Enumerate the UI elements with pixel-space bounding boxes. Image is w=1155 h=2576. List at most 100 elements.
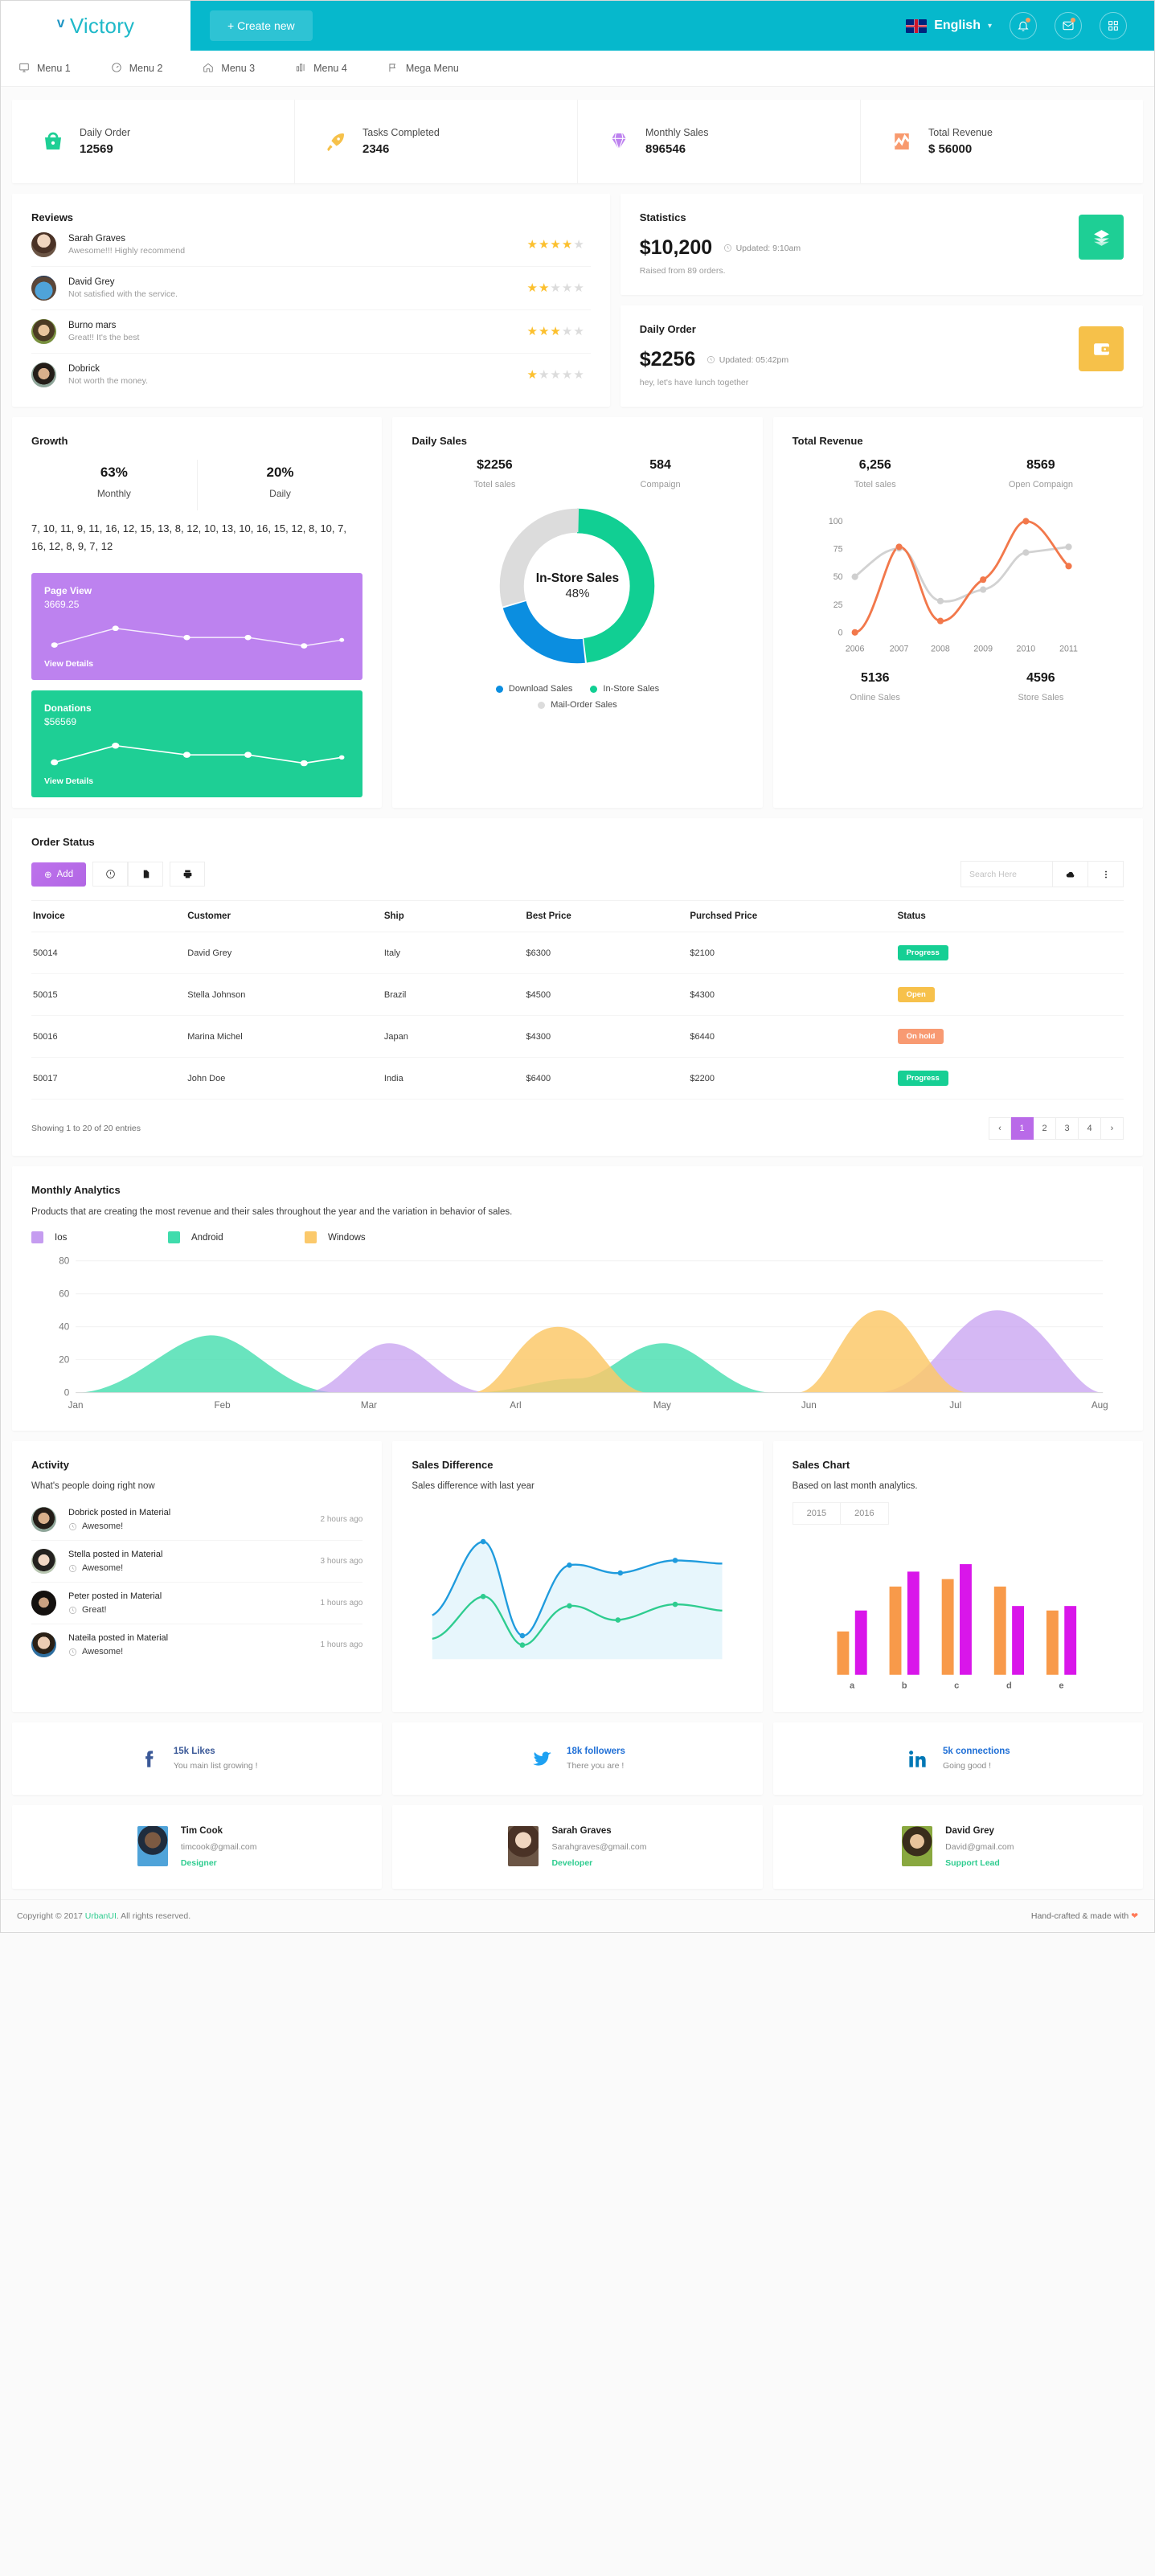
wallet-icon-box[interactable] xyxy=(1079,326,1124,371)
avatar xyxy=(31,1507,56,1533)
menu-item-3[interactable]: Menu 3 xyxy=(203,62,274,76)
flag-icon xyxy=(387,62,399,76)
table-row[interactable]: 50016 Marina Michel Japan $4300 $6440 On… xyxy=(31,1015,1124,1059)
page-view-card[interactable]: Page View 3669.25 View Details xyxy=(31,573,363,681)
column-purchased-price: Purchsed Price xyxy=(686,900,895,933)
person-card-david-grey[interactable]: David Grey David@gmail.com Support Lead xyxy=(772,1805,1143,1890)
page-prev[interactable]: ‹ xyxy=(989,1117,1011,1141)
tab-2015[interactable]: 2015 xyxy=(792,1502,842,1526)
cell-best-price: $6400 xyxy=(522,1057,687,1100)
table-row[interactable]: 50014 David Grey Italy $6300 $2100 Progr… xyxy=(31,932,1124,975)
person-card-sarah-graves[interactable]: Sarah Graves Sarahgraves@gmail.com Devel… xyxy=(392,1805,763,1890)
sales-chart-subtitle: Based on last month analytics. xyxy=(792,1481,918,1492)
showing-entries: Showing 1 to 20 of 20 entries xyxy=(31,1124,141,1134)
stat-card-total-revenue[interactable]: Total Revenue $ 56000 xyxy=(861,100,1143,183)
monitor-icon xyxy=(18,62,30,76)
activity-item[interactable]: Dobrick posted in Material Awesome! 2 ho… xyxy=(31,1499,363,1542)
avatar xyxy=(902,1826,933,1867)
activity-subtitle: What's people doing right now xyxy=(31,1481,155,1492)
envelope-icon[interactable] xyxy=(1055,12,1082,39)
stat-card-tasks-completed[interactable]: Tasks Completed 2346 xyxy=(295,100,578,183)
stat-card-daily-order[interactable]: Daily Order 12569 xyxy=(12,100,295,183)
activity-time: 1 hours ago xyxy=(320,1599,363,1608)
review-row[interactable]: Sarah Graves Awesome!!! Highly recommend… xyxy=(31,223,591,267)
menu-item-1[interactable]: Menu 1 xyxy=(18,62,90,76)
grid-icon[interactable] xyxy=(1100,12,1127,39)
activity-item[interactable]: Nateila posted in Material Awesome! 1 ho… xyxy=(31,1624,362,1665)
cell-best-price: $4300 xyxy=(522,1015,687,1059)
daily-order-updated: Updated: 05:42pm xyxy=(707,355,788,365)
activity-item[interactable]: Stella posted in Material Awesome! 3 hou… xyxy=(31,1541,363,1583)
legend-android[interactable]: Android xyxy=(168,1231,305,1244)
page-3[interactable]: 3 xyxy=(1056,1117,1079,1141)
svg-text:2006: 2006 xyxy=(845,645,864,654)
activity-time: 2 hours ago xyxy=(320,1515,363,1525)
twitter-card[interactable]: 18k followers There you are ! xyxy=(392,1722,763,1796)
star-rating: ★ ★ ★ ★ ★ xyxy=(526,368,584,382)
avatar xyxy=(31,1549,56,1575)
document-icon[interactable] xyxy=(128,862,164,887)
search-input[interactable] xyxy=(960,861,1053,888)
sales-chart-title: Sales Chart xyxy=(792,1459,850,1472)
menu-item-4[interactable]: Menu 4 xyxy=(295,62,367,76)
info-icon[interactable] xyxy=(92,862,129,887)
donations-link[interactable]: View Details xyxy=(44,776,350,786)
analytics-title: Monthly Analytics xyxy=(31,1184,121,1197)
legend-download-sales[interactable]: Download Sales xyxy=(495,684,572,694)
svg-text:e: e xyxy=(1059,1681,1063,1691)
revenue-open: 8569 Open Compaign xyxy=(958,458,1124,489)
more-vertical-icon[interactable] xyxy=(1088,861,1124,888)
page-view-link[interactable]: View Details xyxy=(44,659,350,669)
language-selector[interactable]: English ▾ xyxy=(906,18,992,33)
revenue-line-chart: 100 75 50 25 0 2006 2007 2008 2009 2010 … xyxy=(828,517,1077,654)
bell-icon[interactable] xyxy=(1010,12,1037,39)
table-row[interactable]: 50015 Stella Johnson Brazil $4500 $4300 … xyxy=(31,973,1124,1017)
printer-icon[interactable] xyxy=(170,862,206,887)
tab-2016[interactable]: 2016 xyxy=(841,1502,889,1526)
cloud-icon[interactable] xyxy=(1053,861,1088,888)
facebook-count: 15k Likes xyxy=(173,1747,215,1757)
svg-text:c: c xyxy=(954,1681,959,1691)
daily-sales-donut: In-Store Sales 48% xyxy=(492,501,662,671)
activity-item[interactable]: Peter posted in Material Great! 1 hours … xyxy=(31,1583,363,1625)
create-new-button[interactable]: + Create new xyxy=(210,10,313,41)
page-next[interactable]: › xyxy=(1101,1117,1124,1141)
menu-item-2[interactable]: Menu 2 xyxy=(111,62,182,76)
toolbar-group-2 xyxy=(170,862,206,887)
facebook-card[interactable]: 15k Likes You main list growing ! xyxy=(12,1722,383,1796)
handcrafted-label: Hand-crafted & made with xyxy=(1030,1911,1132,1922)
svg-text:2008: 2008 xyxy=(931,645,950,654)
legend-ios[interactable]: Ios xyxy=(31,1231,168,1244)
review-row[interactable]: Burno mars Great!! It's the best ★ ★ ★ ★ ★ xyxy=(31,310,591,354)
legend-swatch xyxy=(31,1231,43,1244)
status-badge: Open xyxy=(897,987,935,1003)
menu-item-mega[interactable]: Mega Menu xyxy=(387,62,478,76)
person-card-tim-cook[interactable]: Tim Cook timcook@gmail.com Designer xyxy=(12,1805,383,1890)
victory-logo-icon: ᵛ xyxy=(56,14,64,37)
add-button[interactable]: ⊕ Add xyxy=(31,862,87,887)
review-row[interactable]: Dobrick Not worth the money. ★ ★ ★ ★ ★ xyxy=(31,354,591,396)
legend-in-store-sales[interactable]: In-Store Sales xyxy=(590,684,659,694)
svg-text:Mar: Mar xyxy=(361,1400,377,1411)
clock-icon xyxy=(69,1522,76,1530)
facebook-icon xyxy=(137,1747,161,1771)
activity-text: Peter posted in Material xyxy=(68,1591,162,1602)
review-row[interactable]: David Grey Not satisfied with the servic… xyxy=(31,267,591,310)
svg-text:May: May xyxy=(653,1400,671,1411)
page-1[interactable]: 1 xyxy=(1011,1117,1034,1141)
layers-icon-box[interactable] xyxy=(1079,215,1124,260)
order-table: Invoice Customer Ship Best Price Purchse… xyxy=(31,900,1124,1100)
person-email: David@gmail.com xyxy=(945,1842,1014,1853)
legend-windows[interactable]: Windows xyxy=(305,1231,441,1244)
page-2[interactable]: 2 xyxy=(1034,1117,1056,1141)
linkedin-card[interactable]: 5k connections Going good ! xyxy=(772,1722,1143,1796)
table-row[interactable]: 50017 John Doe India $6400 $2200 Progres… xyxy=(31,1057,1124,1100)
page-4[interactable]: 4 xyxy=(1079,1117,1101,1141)
stat-card-monthly-sales[interactable]: Monthly Sales 896546 xyxy=(578,100,861,183)
brand-area[interactable]: ᵛ Victory xyxy=(1,1,190,51)
donations-card[interactable]: Donations $56569 View Details xyxy=(31,690,363,798)
svg-text:60: 60 xyxy=(59,1289,70,1300)
urbanui-link[interactable]: UrbanUI xyxy=(85,1911,117,1921)
cell-customer: John Doe xyxy=(184,1057,381,1100)
legend-mail-order-sales[interactable]: Mail-Order Sales xyxy=(538,700,617,710)
